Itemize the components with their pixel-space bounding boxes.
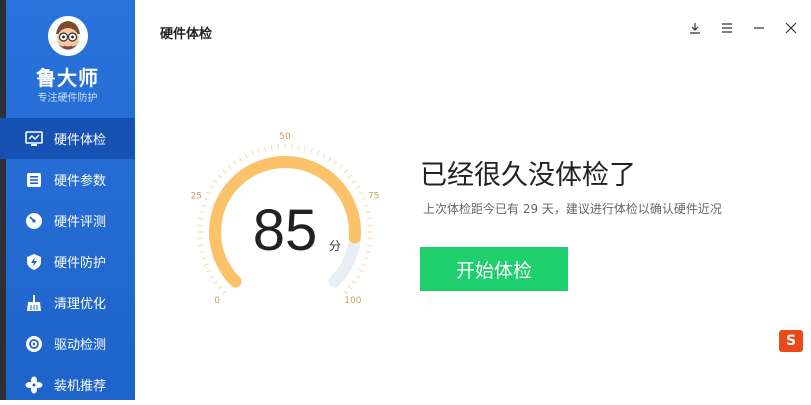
gauge-tick-mark — [264, 146, 265, 151]
gauge-tick-mark — [344, 291, 348, 295]
avatar[interactable] — [48, 16, 88, 56]
sidebar-item-label: 硬件参数 — [54, 170, 106, 189]
sidebar-item-label: 硬件体检 — [54, 129, 106, 148]
gauge-tick-mark — [201, 205, 206, 207]
gauge-tick-mark — [204, 264, 209, 266]
gauge-tick-mark — [328, 157, 331, 161]
gauge-tick-mark — [366, 251, 371, 252]
broom-icon — [24, 293, 44, 313]
sidebar-item-cleanup[interactable]: 清理优化 — [0, 282, 135, 323]
gauge-tick-mark — [298, 145, 299, 150]
gauge-tick-mark — [218, 286, 222, 289]
shield-icon — [24, 252, 44, 272]
gauge-tick-mark — [367, 218, 372, 219]
gauge-tick-mark — [207, 270, 211, 272]
gauge-tick-mark — [352, 281, 356, 284]
sidebar-item-label: 装机推荐 — [54, 375, 106, 394]
gauge-tick-mark — [367, 245, 372, 246]
gauge-tick-mark — [348, 286, 352, 289]
start-checkup-button[interactable]: 开始体检 — [420, 247, 568, 291]
gauge-tick-label: 50 — [279, 132, 291, 142]
minimize-icon[interactable] — [749, 18, 769, 38]
gauge-tick-label: 0 — [214, 296, 220, 306]
sidebar-item-label: 硬件防护 — [54, 252, 106, 271]
gauge-tick-mark — [356, 186, 360, 189]
gauge-tick-mark — [304, 146, 305, 151]
gauge-tick-label: 75 — [368, 191, 379, 201]
status-detail: 上次体检距今已有 29 天，建议进行体检以确认硬件近况 — [423, 200, 722, 217]
gauge-tick-mark — [228, 165, 231, 169]
gauge-tick-mark — [334, 161, 337, 165]
gauge-tick-mark — [352, 180, 356, 183]
gauge-tick-mark — [323, 154, 325, 158]
gauge-tick-mark — [359, 270, 363, 272]
sidebar-item-hardware-benchmark[interactable]: 硬件评测 — [0, 200, 135, 241]
sidebar-menu: 硬件体检 硬件参数 硬件评测 硬件防护 — [0, 118, 135, 405]
sidebar-item-hardware-protection[interactable]: 硬件防护 — [0, 241, 135, 282]
gauge-tick-mark — [204, 198, 209, 200]
gauge-tick-mark — [198, 245, 203, 246]
ime-badge-icon[interactable]: S — [779, 330, 803, 352]
gauge-tick-mark — [251, 151, 253, 156]
status-headline: 已经很久没体检了 — [420, 153, 636, 192]
download-icon[interactable] — [685, 18, 705, 38]
gauge-tick-mark — [239, 157, 242, 161]
gauge-tick-mark — [356, 275, 360, 278]
menu-icon[interactable] — [717, 18, 737, 38]
score-unit: 分 — [329, 239, 341, 253]
gauge-tick-mark — [199, 251, 204, 252]
brand-name: 鲁大师 — [0, 62, 135, 91]
gauge-tick-mark — [245, 154, 247, 158]
fan-icon — [24, 375, 44, 395]
gauge-tick-mark — [199, 211, 204, 212]
sidebar-item-label: 驱动检测 — [54, 334, 106, 353]
gauge-tick-mark — [362, 264, 367, 266]
gauge-tick-mark — [210, 186, 214, 189]
gauge-tick-mark — [348, 175, 352, 178]
gauge-tick-mark — [201, 258, 206, 260]
sidebar-item-label: 清理优化 — [54, 293, 106, 312]
gauge-tick-mark — [198, 218, 203, 219]
gauge-tick-mark — [233, 161, 236, 165]
speedometer-icon — [24, 211, 44, 231]
gear-icon — [24, 334, 44, 354]
gauge-tick-mark — [311, 148, 313, 153]
gauge-tick-mark — [366, 211, 371, 212]
sidebar-item-label: 硬件评测 — [54, 211, 106, 230]
gauge-tick-mark — [317, 151, 319, 156]
sidebar-item-build-recommend[interactable]: 装机推荐 — [0, 364, 135, 405]
score-value: 85 — [253, 198, 318, 263]
sidebar-item-driver-check[interactable]: 驱动检测 — [0, 323, 135, 364]
brand-slogan: 专注硬件防护 — [0, 89, 135, 104]
gauge-tick-mark — [210, 275, 214, 278]
gauge-tick-mark — [207, 192, 211, 194]
gauge-tick-mark — [271, 145, 272, 150]
gauge-tick-mark — [362, 198, 367, 200]
app-window: 鲁大师 专注硬件防护 硬件体检 硬件参数 硬件评测 — [0, 0, 811, 400]
page-title: 硬件体检 — [160, 23, 212, 42]
monitor-icon — [24, 129, 44, 149]
gauge-tick-mark — [214, 281, 218, 284]
sidebar: 鲁大师 专注硬件防护 硬件体检 硬件参数 硬件评测 — [0, 0, 135, 400]
list-icon — [24, 170, 44, 190]
main-panel: 硬件体检 0 25 50 75 10 — [135, 0, 811, 400]
gauge-tick-mark — [359, 192, 363, 194]
score-gauge: 0 25 50 75 100 85 分 — [185, 130, 405, 310]
mascot-icon — [48, 16, 88, 56]
gauge-tick-mark — [214, 180, 218, 183]
sidebar-item-hardware-checkup[interactable]: 硬件体检 — [0, 118, 135, 159]
gauge-tick-mark — [339, 165, 342, 169]
gauge-tick-mark — [364, 205, 369, 207]
gauge-tick-mark — [223, 170, 227, 174]
window-controls — [685, 18, 801, 38]
gauge-tick-mark — [223, 291, 227, 295]
gauge-tick-mark — [258, 148, 260, 153]
sidebar-item-hardware-params[interactable]: 硬件参数 — [0, 159, 135, 200]
gauge-tick-mark — [218, 175, 222, 178]
close-icon[interactable] — [781, 18, 801, 38]
gauge-tick-mark — [364, 258, 369, 260]
gauge-tick-label: 100 — [344, 296, 361, 306]
gauge-tick-label: 25 — [191, 191, 202, 201]
gauge-tick-mark — [344, 170, 348, 174]
